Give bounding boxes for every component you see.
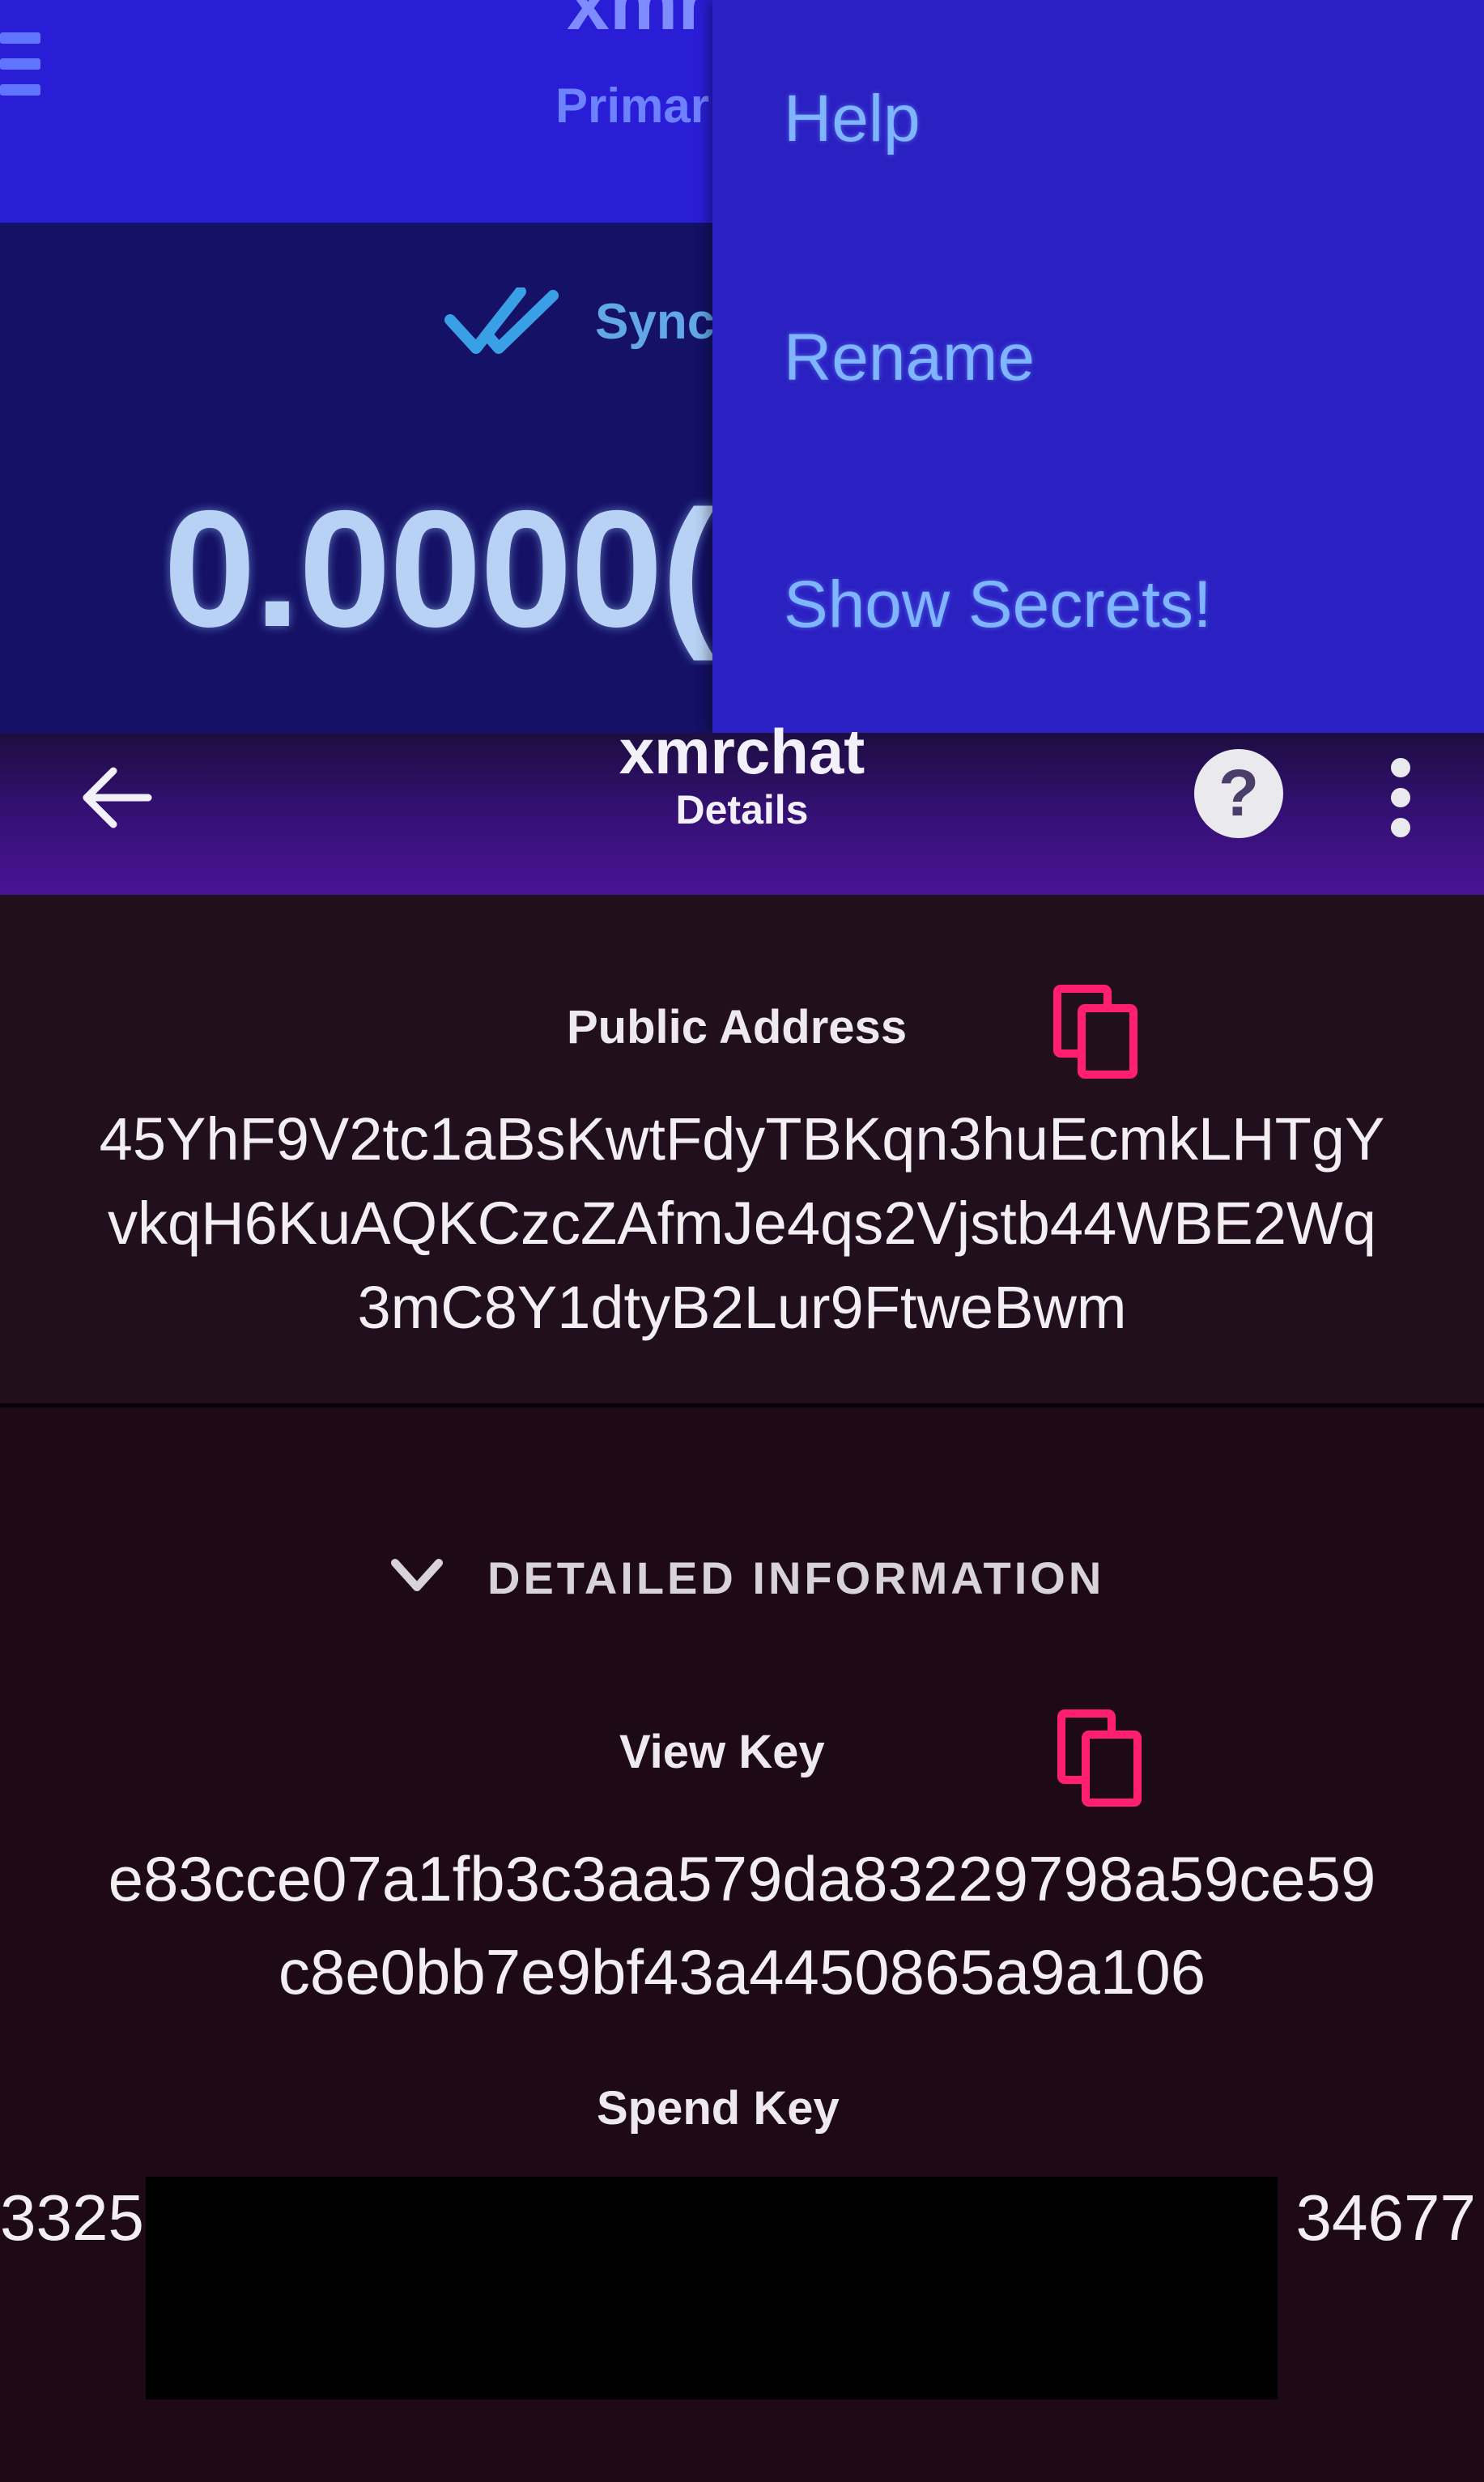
details-subtitle: Details xyxy=(675,787,809,832)
details-title: xmrchat xyxy=(619,716,865,787)
details-app-bar: xmrchat Details ? xyxy=(0,716,1484,895)
double-check-icon xyxy=(444,287,559,354)
more-vert-icon[interactable] xyxy=(1380,753,1422,842)
detailed-information-toggle[interactable]: DETAILED INFORMATION xyxy=(389,1552,1117,1616)
public-address-line: 3mC8Y1dtyB2Lur9FtweBwm xyxy=(357,1274,1127,1341)
back-arrow-icon[interactable] xyxy=(77,757,158,838)
hamburger-menu-icon[interactable] xyxy=(0,32,45,113)
sync-status: Sync xyxy=(595,294,716,350)
menu-item-show-secrets[interactable]: Show Secrets! xyxy=(784,567,1212,643)
chevron-down-icon xyxy=(391,1559,443,1591)
help-icon[interactable]: ? xyxy=(1194,749,1283,838)
menu-item-rename[interactable]: Rename xyxy=(784,320,1035,396)
view-key-line: e83cce07a1fb3c3aa579da83229798a59ce59 xyxy=(108,1843,1376,1914)
public-address-line: vkqH6KuAQKCzcZAfmJe4qs2Vjstb44WBE2Wq xyxy=(108,1190,1376,1257)
wallet-subtitle: Primar xyxy=(555,79,710,133)
wallet-screen: xmr Primar Sync 0.0000( Help Rename Show… xyxy=(0,0,1484,733)
view-key-label: View Key xyxy=(619,1726,825,1778)
view-key-value: e83cce07a1fb3c3aa579da83229798a59ce59 c8… xyxy=(0,1833,1484,2019)
detailed-information-section: DETAILED INFORMATION View Key e83cce07a1… xyxy=(0,1407,1484,2482)
wallet-balance: 0.0000( xyxy=(164,476,714,662)
wallet-title: xmr xyxy=(567,0,708,46)
public-address-value: 45YhF9V2tc1aBsKwtFdyTBKqn3huEcmkLHTgY vk… xyxy=(16,1097,1468,1350)
redaction-box xyxy=(146,2177,1278,2399)
detailed-information-label: DETAILED INFORMATION xyxy=(487,1552,1105,1603)
spend-key-label: Spend Key xyxy=(597,2082,840,2135)
public-address-section: Public Address 45YhF9V2tc1aBsKwtFdyTBKqn… xyxy=(0,895,1484,1405)
public-address-line: 45YhF9V2tc1aBsKwtFdyTBKqn3huEcmkLHTgY xyxy=(99,1105,1385,1173)
copy-address-icon[interactable] xyxy=(1052,984,1142,1081)
spend-key-end: 34677 xyxy=(1295,2182,1476,2254)
public-address-label: Public Address xyxy=(567,1001,908,1054)
overflow-menu: Help Rename Show Secrets! xyxy=(712,0,1484,733)
wallet-app-bar: xmr Primar xyxy=(0,0,712,223)
view-key-line: c8e0bb7e9bf43a4450865a9a106 xyxy=(278,1936,1206,2007)
spend-key-start: 3325 xyxy=(0,2182,144,2254)
menu-item-help[interactable]: Help xyxy=(784,81,921,157)
copy-view-key-icon[interactable] xyxy=(1057,1709,1146,1810)
